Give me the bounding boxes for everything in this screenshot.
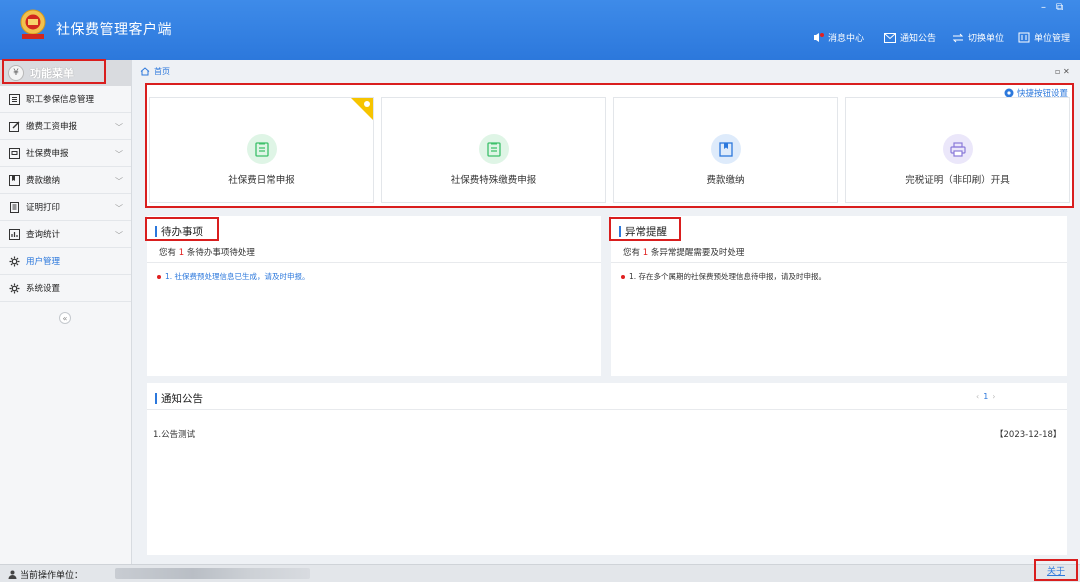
mail-icon [884, 32, 896, 43]
restore-button[interactable]: ⧉ [1056, 3, 1063, 13]
alert-summary: 您有 1 条异常提醒需要及时处理 [623, 248, 745, 258]
switch-unit-button[interactable]: 切换单位 [952, 31, 1004, 44]
alert-item[interactable]: 1. 存在多个属期的社保费预处理信息待申报，请及时申报。 [621, 271, 826, 282]
doc-icon [8, 201, 20, 213]
quick-card-fee-payment[interactable]: 费款缴纳 [613, 97, 838, 203]
gear-icon [8, 255, 20, 267]
pager-prev[interactable]: ‹ [976, 392, 979, 401]
building-icon [1018, 32, 1030, 43]
bell-icon [814, 33, 824, 42]
switch-unit-label: 切换单位 [968, 34, 1005, 44]
chevron-down-icon: ﹀ [115, 231, 123, 240]
title-bar: 社保费管理客户端 – ⧉ 消息中心 通知公告 切换单位 单位管理 [0, 0, 1080, 60]
status-bar: 当前操作单位： [0, 564, 1080, 582]
switch-icon [952, 33, 964, 42]
todo-highlight [145, 217, 219, 241]
app-title: 社保费管理客户端 [56, 22, 172, 38]
notice-title: 通知公告 [155, 391, 203, 406]
redacted-unit-name [115, 568, 310, 579]
quick-card-label: 费款缴纳 [706, 175, 745, 186]
corner-badge [351, 98, 373, 120]
sidebar-item-certificate-print[interactable]: 证明打印 ﹀ [0, 194, 131, 221]
chevron-down-icon: ﹀ [115, 123, 123, 132]
book-icon [710, 134, 741, 164]
sidebar-item-query-statistics[interactable]: 查询统计 ﹀ [0, 221, 131, 248]
unit-management-label: 单位管理 [1034, 34, 1071, 44]
chevron-down-icon: ﹀ [115, 150, 123, 159]
sidebar: ¥ 功能菜单 职工参保信息管理 缴费工资申报 ﹀ 社保费申报 ﹀ 费款缴纳 ﹀ … [0, 60, 132, 564]
sidebar-item-fee-payment[interactable]: 费款缴纳 ﹀ [0, 167, 131, 194]
home-icon [140, 67, 150, 76]
sidebar-item-user-management[interactable]: 用户管理 [0, 248, 131, 275]
notice-button[interactable]: 通知公告 [884, 31, 936, 44]
chevron-down-icon: ﹀ [115, 177, 123, 186]
alert-highlight [609, 217, 681, 241]
breadcrumb[interactable]: 首页 [140, 66, 170, 77]
pager-current[interactable]: 1 [983, 392, 988, 401]
pager-next[interactable]: › [992, 392, 995, 401]
quick-card-label: 社保费日常申报 [228, 175, 295, 186]
chart-icon [8, 228, 20, 240]
breadcrumb-home: 首页 [154, 67, 170, 76]
minimize-button[interactable]: – [1041, 3, 1046, 13]
printer-icon [942, 134, 973, 164]
corner-badge-dot [364, 101, 370, 107]
about-link[interactable]: 关于 [1034, 559, 1078, 581]
sidebar-item-social-security-declaration[interactable]: 社保费申报 ﹀ [0, 140, 131, 167]
notice-date: 【2023-12-18】 [995, 430, 1062, 440]
message-center-button[interactable]: 消息中心 [812, 31, 864, 44]
clipboard-icon [246, 134, 277, 164]
user-icon [8, 570, 17, 579]
todo-item[interactable]: 1. 社保费预处理信息已生成，请及时申报。 [157, 271, 310, 282]
notice-label: 通知公告 [900, 34, 937, 44]
book-icon [8, 174, 20, 186]
current-unit-label: 当前操作单位： [20, 571, 84, 581]
sidebar-item-system-settings[interactable]: 系统设置 [0, 275, 131, 302]
todo-summary: 您有 1 条待办事项待处理 [159, 248, 255, 258]
current-unit: 当前操作单位： [8, 568, 83, 581]
form-icon [8, 147, 20, 159]
quick-card-label: 完税证明（非印刷）开具 [905, 175, 1010, 186]
gear-icon [8, 282, 20, 294]
tax-logo [16, 8, 50, 46]
unit-management-button[interactable]: 单位管理 [1018, 31, 1070, 44]
bullet-dot [157, 274, 161, 279]
tab-window-controls[interactable]: ▫ ✕ [1055, 67, 1070, 76]
alert-item-text: 1. 存在多个属期的社保费预处理信息待申报，请及时申报。 [629, 272, 827, 281]
notice-row[interactable]: 1.公告测试 [153, 428, 195, 440]
notice-pager: ‹ 1 › [976, 392, 996, 401]
quick-card-special-declaration[interactable]: 社保费特殊缴费申报 [381, 97, 606, 203]
clipboard-icon [478, 134, 509, 164]
notice-panel: 通知公告 [147, 383, 1067, 555]
sidebar-item-employee-info[interactable]: 职工参保信息管理 [0, 86, 131, 113]
quick-card-tax-certificate[interactable]: 完税证明（非印刷）开具 [845, 97, 1070, 203]
collapse-sidebar-button[interactable]: « [59, 312, 71, 324]
chevron-down-icon: ﹀ [115, 204, 123, 213]
bullet-dot [621, 274, 625, 279]
list-icon [8, 93, 20, 105]
quick-buttons-panel: 快捷按钮设置 社保费日常申报 社保费特殊缴费申报 费款缴纳 完税证明（非印刷）开… [145, 83, 1074, 208]
function-menu-highlight [2, 59, 106, 84]
message-center-label: 消息中心 [828, 34, 865, 44]
todo-item-link[interactable]: 1. 社保费预处理信息已生成，请及时申报。 [165, 271, 310, 282]
sidebar-item-wage-declaration[interactable]: 缴费工资申报 ﹀ [0, 113, 131, 140]
quick-card-label: 社保费特殊缴费申报 [450, 175, 537, 186]
edit-icon [8, 120, 20, 132]
quick-card-daily-declaration[interactable]: 社保费日常申报 [149, 97, 374, 203]
